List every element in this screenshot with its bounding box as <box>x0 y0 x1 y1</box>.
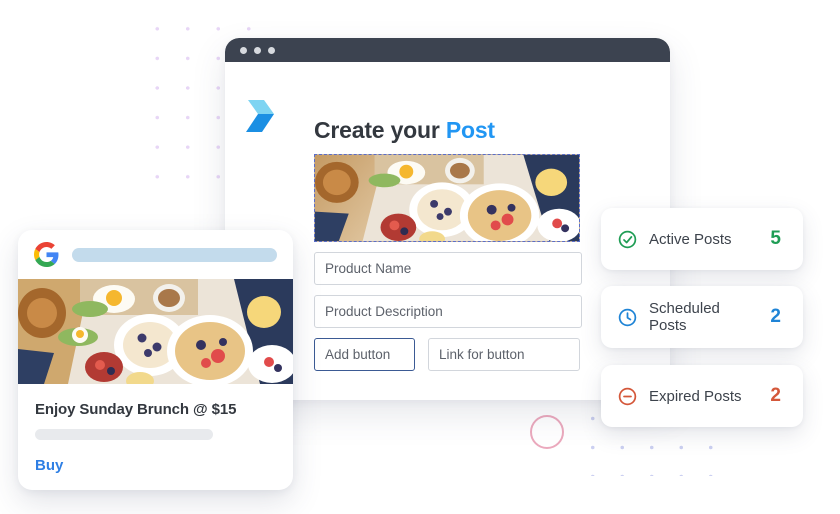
preview-card-image <box>18 279 293 384</box>
stat-label-scheduled-posts: Scheduled Posts <box>649 300 720 334</box>
stat-value-expired-posts: 2 <box>770 385 781 406</box>
check-circle-icon <box>617 229 638 250</box>
preview-card-body: Enjoy Sunday Brunch @ $15 Buy <box>18 384 293 474</box>
clock-icon <box>617 307 638 328</box>
stat-card-active-posts[interactable]: Active Posts 5 <box>601 208 803 270</box>
stat-card-scheduled-posts[interactable]: Scheduled Posts 2 <box>601 286 803 348</box>
post-hero-image[interactable] <box>314 154 580 242</box>
buy-link[interactable]: Buy <box>35 457 276 474</box>
link-for-button-input[interactable]: Link for button <box>428 338 580 371</box>
post-preview-card: Enjoy Sunday Brunch @ $15 Buy <box>18 230 293 490</box>
window-minimize-icon[interactable] <box>254 46 261 54</box>
stat-label-expired-posts: Expired Posts <box>649 387 742 405</box>
stat-label-active-posts: Active Posts <box>649 230 732 248</box>
add-button[interactable]: Add button <box>314 338 415 371</box>
page-stage: Create your Post Product Name Product De… <box>0 0 840 514</box>
window-close-icon[interactable] <box>240 46 247 54</box>
button-row: Add button Link for button <box>314 338 582 371</box>
stat-value-scheduled-posts: 2 <box>770 306 781 327</box>
preview-card-header <box>18 230 293 279</box>
window-maximize-icon[interactable] <box>268 46 275 54</box>
preview-description-placeholder-bar <box>35 429 213 440</box>
stat-card-expired-posts[interactable]: Expired Posts 2 <box>601 365 803 427</box>
decorative-ring-icon <box>530 415 564 449</box>
browser-title-bar <box>225 38 670 62</box>
chevron-logo-icon <box>244 98 278 138</box>
page-title-accent: Post <box>445 117 495 143</box>
preview-post-title: Enjoy Sunday Brunch @ $15 <box>35 401 237 418</box>
product-description-input[interactable]: Product Description <box>314 295 582 328</box>
product-name-input[interactable]: Product Name <box>314 252 582 285</box>
page-title-prefix: Create your <box>314 117 446 143</box>
google-logo-icon <box>34 242 59 267</box>
stat-value-active-posts: 5 <box>770 228 781 249</box>
page-title: Create your Post <box>314 117 582 144</box>
minus-circle-icon <box>617 386 638 407</box>
create-post-form: Create your Post Product Name Product De… <box>314 117 582 371</box>
preview-header-placeholder-bar <box>72 247 277 262</box>
